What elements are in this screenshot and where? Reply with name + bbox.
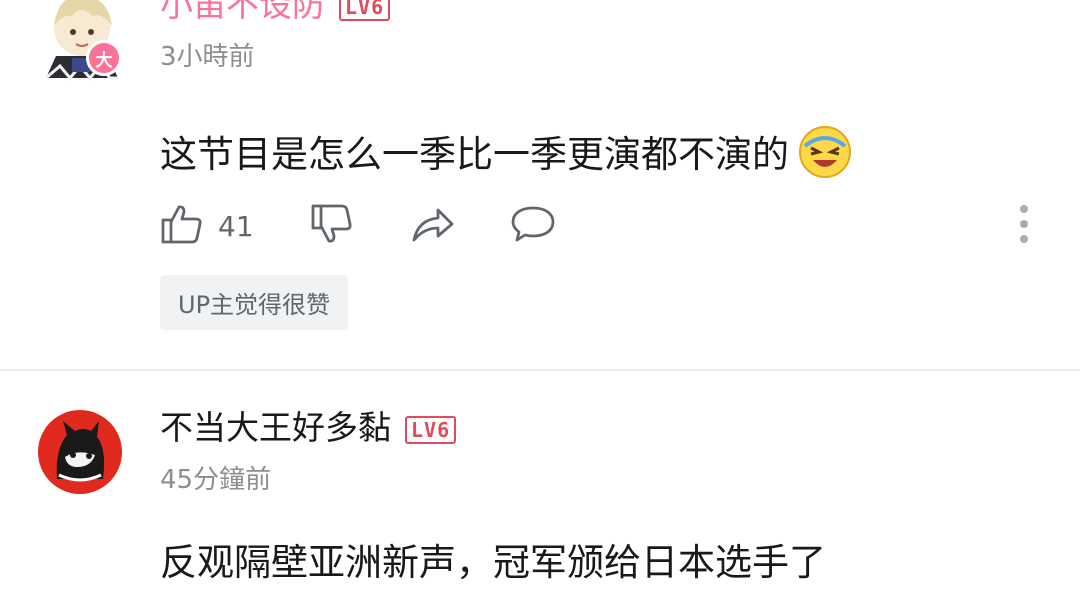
comment-item: 不当大王好多黏 LV6 45分鐘前 反观隔壁亚洲新声，冠军颁给日本选手了 (0, 371, 1080, 614)
username[interactable]: 小笛不设防 LV6 (160, 0, 391, 24)
username-text: 不当大王好多黏 (160, 408, 391, 447)
more-button[interactable] (1012, 201, 1036, 251)
avatar-badge: 大 (86, 40, 122, 76)
username-text: 小笛不设防 (160, 0, 325, 24)
comment-text: 这节目是怎么一季比一季更演都不演的 (160, 124, 853, 189)
comment-text: 反观隔壁亚洲新声，冠军颁给日本选手了 (160, 541, 826, 584)
up-liked-tag: UP主觉得很赞 (160, 275, 349, 330)
level-badge: LV6 (339, 0, 391, 21)
laughing-crying-emoji-icon (797, 124, 853, 189)
thumbs-up-icon (160, 202, 204, 250)
comment-list: 大 小笛不设防 LV6 3小時前 这节目是怎么一季比一季更演都不演的 41 UP… (0, 0, 1080, 614)
timestamp: 3小時前 (160, 42, 255, 72)
dislike-button[interactable] (310, 201, 354, 251)
like-count: 41 (218, 209, 254, 243)
timestamp: 45分鐘前 (160, 465, 272, 495)
action-bar: 41 (160, 201, 1060, 251)
thumbs-down-icon (310, 202, 354, 250)
avatar[interactable] (37, 409, 123, 495)
like-button[interactable]: 41 (160, 201, 254, 251)
share-button[interactable] (410, 201, 456, 251)
comment-item: 大 小笛不设防 LV6 3小時前 这节目是怎么一季比一季更演都不演的 41 UP… (0, 0, 1080, 370)
reply-icon (510, 202, 556, 250)
reply-button[interactable] (510, 201, 556, 251)
more-vertical-icon (1012, 202, 1036, 250)
level-badge: LV6 (405, 415, 457, 444)
comment-text-body: 这节目是怎么一季比一季更演都不演的 (160, 132, 789, 176)
avatar-badge-label: 大 (95, 50, 113, 71)
share-icon (410, 202, 456, 250)
avatar[interactable]: 大 (36, 0, 128, 86)
username[interactable]: 不当大王好多黏 LV6 (160, 408, 457, 447)
